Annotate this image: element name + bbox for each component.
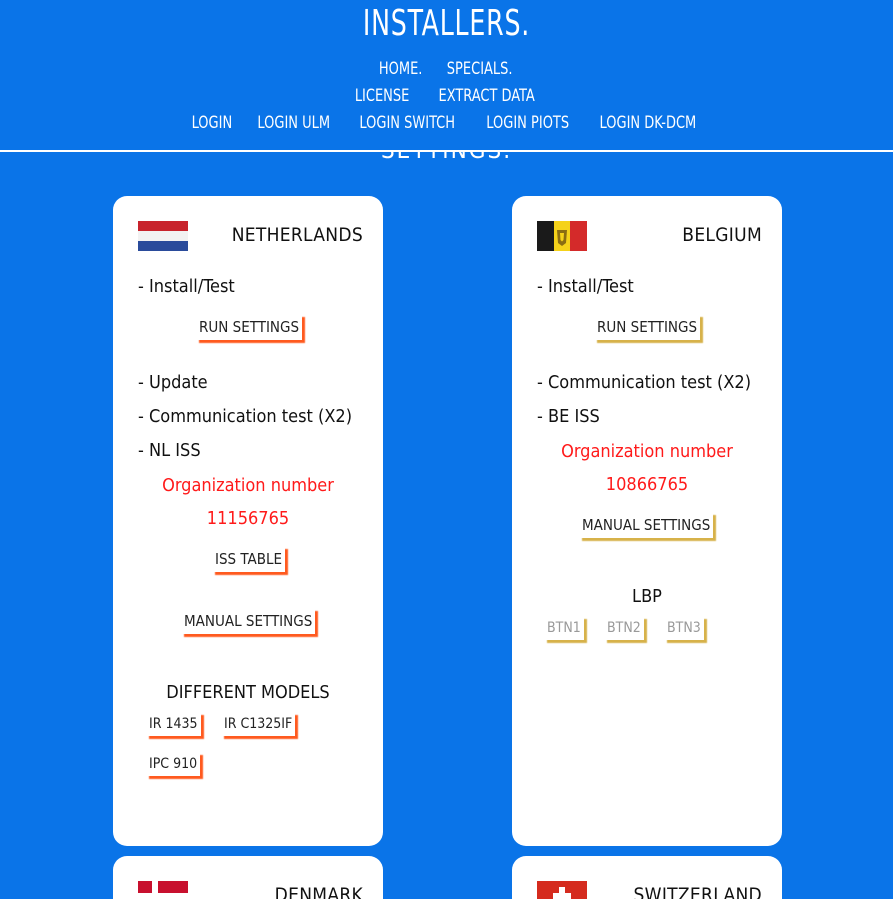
country-name: DENMARK — [274, 884, 363, 899]
lbp-btn3-button[interactable]: BTN3 — [664, 616, 704, 640]
model-ir-c1325if-button[interactable]: IR C1325IF — [221, 712, 296, 736]
organization-number-value: 11156765 — [206, 508, 290, 529]
country-card-switzerland: SWITZERLAND — [512, 856, 782, 899]
run-settings-button[interactable]: RUN SETTINGS — [196, 314, 303, 340]
communication-test-label: - Communication test (X2) — [537, 372, 752, 393]
country-card-belgium: BELGIUM - Install/Test RUN SETTINGS - Co… — [512, 196, 782, 846]
nav-extract-data[interactable]: EXTRACT DATA — [438, 85, 534, 107]
nav-row-tools: LICENSE EXTRACT DATA — [0, 85, 893, 107]
organization-number-value: 10866765 — [605, 474, 689, 495]
country-name: NETHERLANDS — [231, 224, 363, 246]
organization-number-label: Organization number — [561, 441, 733, 462]
manual-settings-button[interactable]: MANUAL SETTINGS — [579, 512, 714, 538]
nav-login-switch[interactable]: LOGIN SWITCH — [360, 112, 456, 134]
iss-label: - NL ISS — [138, 440, 201, 461]
nav-login-dk-dcm[interactable]: LOGIN DK-DCM — [600, 112, 697, 134]
different-models-heading: DIFFERENT MODELS — [166, 682, 330, 703]
nav-row-logins: LOGIN LOGIN ULM LOGIN SWITCH LOGIN PIOTS… — [0, 112, 893, 134]
nav-license[interactable]: LICENSE — [355, 85, 410, 107]
manual-settings-button[interactable]: MANUAL SETTINGS — [181, 608, 316, 634]
nav-home[interactable]: HOME. — [378, 58, 422, 80]
lbp-heading: LBP — [632, 586, 662, 607]
lbp-btn2-button[interactable]: BTN2 — [604, 616, 644, 640]
install-test-label: - Install/Test — [537, 276, 634, 297]
iss-table-button[interactable]: ISS TABLE — [212, 546, 286, 572]
country-name: BELGIUM — [682, 224, 762, 246]
country-card-denmark: DENMARK — [113, 856, 383, 899]
denmark-flag-icon — [138, 881, 188, 899]
country-name: SWITZERLAND — [633, 884, 762, 899]
switzerland-flag-icon — [537, 881, 587, 899]
nav-login-ulm[interactable]: LOGIN ULM — [257, 112, 330, 134]
netherlands-flag-icon — [138, 221, 188, 251]
run-settings-button[interactable]: RUN SETTINGS — [594, 314, 701, 340]
organization-number-label: Organization number — [162, 475, 334, 496]
model-ir-1435-button[interactable]: IR 1435 — [146, 712, 201, 736]
iss-label: - BE ISS — [537, 406, 600, 427]
site-header: INSTALLERS. HOME. SPECIALS. LICENSE EXTR… — [0, 0, 893, 152]
country-card-netherlands: NETHERLANDS - Install/Test RUN SETTINGS … — [113, 196, 383, 846]
update-label: - Update — [138, 372, 208, 393]
nav-login[interactable]: LOGIN — [191, 112, 232, 134]
nav-row-main: HOME. SPECIALS. — [0, 58, 893, 80]
site-title: INSTALLERS. — [362, 3, 531, 44]
install-test-label: - Install/Test — [138, 276, 235, 297]
nav-specials[interactable]: SPECIALS. — [447, 58, 513, 80]
communication-test-label: - Communication test (X2) — [138, 406, 353, 427]
model-ipc-910-button[interactable]: IPC 910 — [146, 752, 201, 776]
lbp-btn1-button[interactable]: BTN1 — [544, 616, 584, 640]
nav-login-piots[interactable]: LOGIN PIOTS — [486, 112, 569, 134]
belgium-flag-icon — [537, 221, 587, 251]
